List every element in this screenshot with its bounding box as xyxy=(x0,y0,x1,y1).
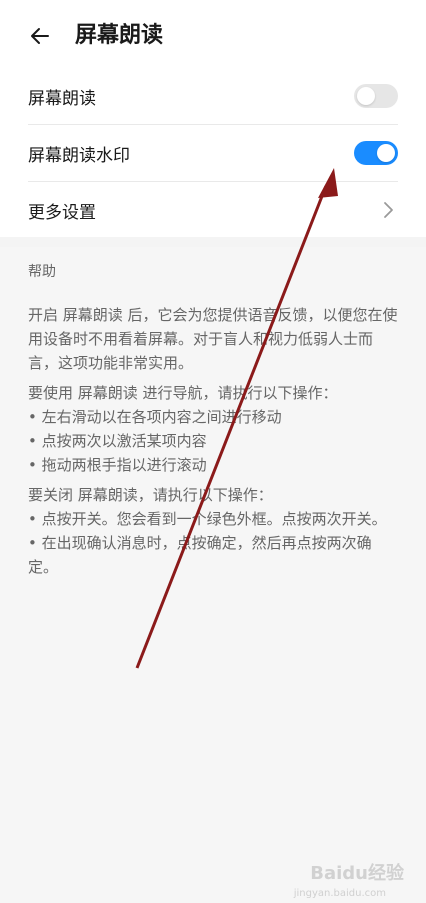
setting-screen-reader-watermark[interactable]: 屏幕朗读水印 xyxy=(28,124,398,181)
screen-reader-settings-page: 屏幕朗读 屏幕朗读 屏幕朗读水印 更多设置 帮助 开启 屏幕朗读 后，它会为您提… xyxy=(0,0,426,903)
toggle-knob xyxy=(357,87,375,105)
setting-screen-reader-watermark-label: 屏幕朗读水印 xyxy=(28,145,130,166)
setting-screen-reader[interactable]: 屏幕朗读 xyxy=(28,68,398,124)
help-section: 帮助 开启 屏幕朗读 后，它会为您提供语音反馈，以便您在使用设备时不用看着屏幕。… xyxy=(0,247,426,903)
screen-reader-toggle[interactable] xyxy=(354,84,398,108)
header: 屏幕朗读 xyxy=(0,0,426,68)
section-divider xyxy=(0,237,426,247)
setting-more-settings-label: 更多设置 xyxy=(28,202,96,223)
back-button[interactable] xyxy=(22,18,58,54)
help-disable-intro: 要关闭 屏幕朗读，请执行以下操作： xyxy=(28,486,273,504)
help-navigation-step: • 点按两次以激活某项内容 xyxy=(28,432,207,450)
help-disable-step: • 点按开关。您会看到一个绿色外框。点按两次开关。 xyxy=(28,510,387,528)
help-navigation-intro: 要使用 屏幕朗读 进行导航，请执行以下操作： xyxy=(28,384,338,402)
help-title: 帮助 xyxy=(28,264,56,280)
setting-more-settings[interactable]: 更多设置 xyxy=(28,181,398,238)
setting-screen-reader-label: 屏幕朗读 xyxy=(28,88,96,109)
back-arrow-icon xyxy=(31,28,49,44)
page-title: 屏幕朗读 xyxy=(75,23,164,48)
settings-list: 屏幕朗读 屏幕朗读水印 更多设置 xyxy=(0,68,426,238)
help-paragraph-intro: 开启 屏幕朗读 后，它会为您提供语音反馈，以便您在使用设备时不用看着屏幕。对于盲… xyxy=(28,306,398,372)
toggle-knob xyxy=(377,144,395,162)
help-disable-step: • 在出现确认消息时，点按确定，然后再点按两次确定。 xyxy=(28,534,372,576)
baidu-watermark: Baidu经验 xyxy=(310,863,404,884)
baidu-watermark-url: jingyan.baidu.com xyxy=(293,888,386,899)
help-body: 开启 屏幕朗读 后，它会为您提供语音反馈，以便您在使用设备时不用看着屏幕。对于盲… xyxy=(28,303,398,579)
help-navigation-step: • 左右滑动以在各项内容之间进行移动 xyxy=(28,408,282,426)
chevron-right-icon xyxy=(378,200,398,220)
screen-reader-watermark-toggle[interactable] xyxy=(354,141,398,165)
help-navigation-step: • 拖动两根手指以进行滚动 xyxy=(28,456,207,474)
